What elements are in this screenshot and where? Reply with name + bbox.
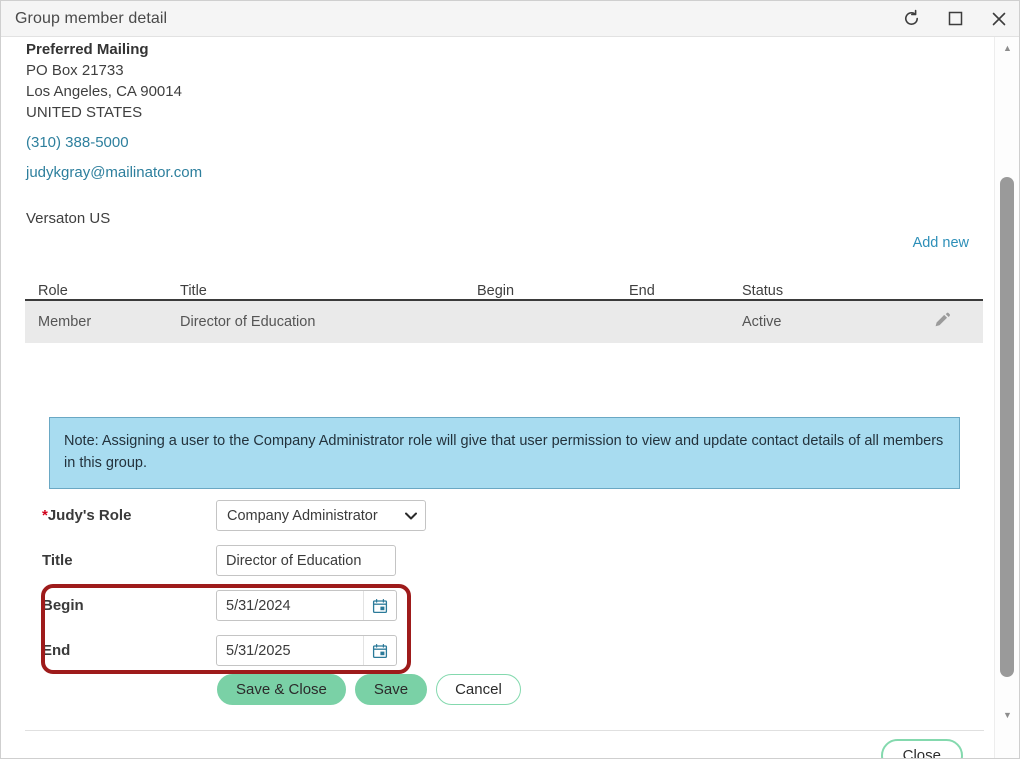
address-heading: Preferred Mailing — [26, 41, 149, 58]
cell-role: Member — [38, 314, 92, 330]
end-date-input[interactable] — [217, 636, 375, 665]
note-banner: Note: Assigning a user to the Company Ad… — [49, 417, 960, 489]
note-text: Note: Assigning a user to the Company Ad… — [64, 433, 944, 471]
close-icon[interactable] — [977, 1, 1019, 37]
table-header-row: Role Title Begin End Status — [25, 267, 983, 301]
role-select-value: Company Administrator — [227, 507, 378, 524]
column-header-end: End — [629, 283, 655, 299]
address-line-1: PO Box 21733 — [26, 62, 124, 79]
field-row-end: End — [1, 628, 996, 673]
column-header-begin: Begin — [477, 283, 515, 299]
address-line-2: Los Angeles, CA 90014 — [26, 83, 182, 100]
cell-actions — [902, 310, 983, 334]
begin-date-input[interactable] — [217, 591, 375, 620]
calendar-icon-end[interactable] — [363, 636, 396, 665]
field-row-begin: Begin — [1, 583, 996, 628]
cell-status: Active — [742, 314, 782, 330]
preferred-mailing-block: Preferred Mailing PO Box 21733 Los Angel… — [26, 39, 202, 183]
window-title: Group member detail — [15, 9, 168, 27]
column-header-status: Status — [742, 283, 784, 299]
begin-label: Begin — [42, 597, 84, 614]
save-button[interactable]: Save — [354, 674, 428, 705]
dialog-content: Preferred Mailing PO Box 21733 Los Angel… — [1, 37, 996, 758]
member-role-form: *Judy's Role Company Administrator Title… — [1, 493, 996, 673]
cell-title: Director of Education — [180, 314, 316, 330]
scroll-down-arrow-icon[interactable]: ▼ — [995, 706, 1019, 724]
end-label: End — [42, 642, 71, 659]
address-country: UNITED STATES — [26, 104, 143, 121]
calendar-icon-begin[interactable] — [363, 591, 396, 620]
chevron-down-icon — [405, 508, 417, 524]
scroll-up-arrow-icon[interactable]: ▲ — [995, 39, 1019, 57]
title-label: Title — [42, 552, 73, 569]
role-label: *Judy's Role — [1, 507, 216, 524]
maximize-icon[interactable] — [933, 1, 977, 37]
form-action-buttons: Save & Close Save Cancel — [217, 674, 521, 705]
footer-divider — [25, 730, 984, 731]
field-row-role: *Judy's Role Company Administrator — [1, 493, 996, 538]
role-label-text: Judy's Role — [47, 507, 132, 524]
role-select[interactable]: Company Administrator — [216, 500, 426, 531]
add-new-link[interactable]: Add new — [913, 235, 969, 251]
table-row[interactable]: Member Director of Education Active — [25, 301, 983, 343]
column-header-title: Title — [180, 283, 207, 299]
scrollbar-thumb[interactable] — [1000, 177, 1014, 677]
save-and-close-button[interactable]: Save & Close — [217, 674, 346, 705]
field-row-title: Title — [1, 538, 996, 583]
edit-pencil-icon[interactable] — [933, 310, 953, 334]
column-header-role: Role — [38, 283, 68, 299]
roles-table: Role Title Begin End Status Member Direc… — [25, 267, 983, 343]
phone-link[interactable]: (310) 388-5000 — [26, 132, 202, 153]
window-titlebar: Group member detail — [1, 1, 1019, 37]
close-dialog-button[interactable]: Close — [880, 739, 963, 758]
refresh-icon[interactable] — [889, 1, 933, 37]
organization-name: Versaton US — [26, 210, 111, 227]
window-controls — [889, 1, 1019, 37]
begin-date-field — [216, 590, 397, 621]
cancel-button[interactable]: Cancel — [436, 674, 521, 705]
group-member-detail-window: Group member detail Preferred Mailing PO… — [0, 0, 1020, 759]
end-date-field — [216, 635, 397, 666]
vertical-scrollbar[interactable]: ▲ ▼ — [994, 37, 1019, 758]
email-link[interactable]: judykgray@mailinator.com — [26, 162, 202, 183]
title-input[interactable] — [216, 545, 396, 576]
